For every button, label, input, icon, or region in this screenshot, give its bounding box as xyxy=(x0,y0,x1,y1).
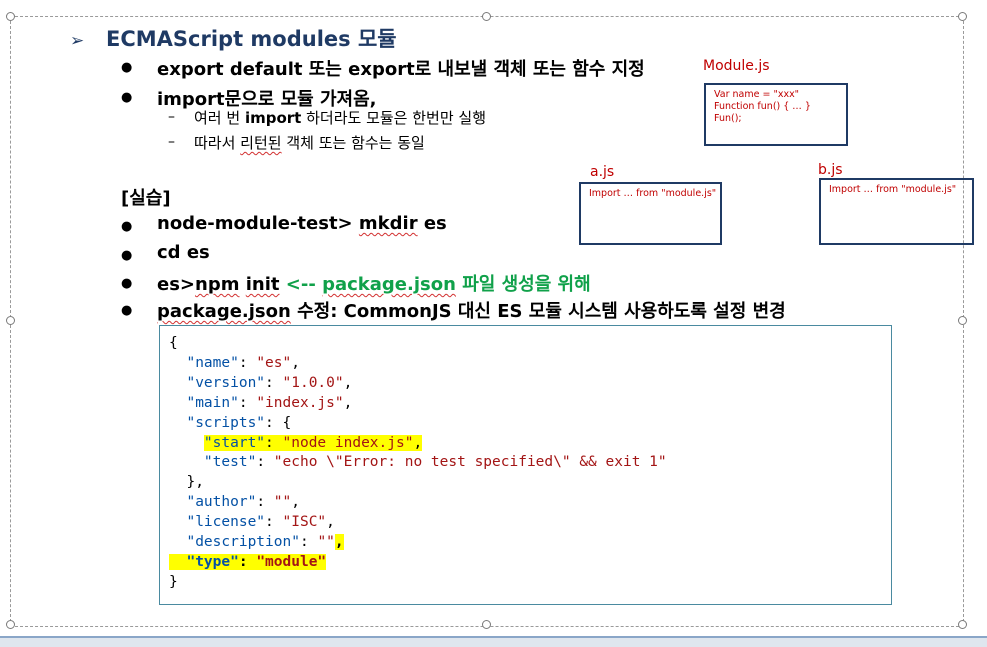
json-value: "module" xyxy=(256,553,327,570)
json-key: "main" xyxy=(186,394,239,411)
bullet-dot-icon: ● xyxy=(121,60,133,75)
json-key: "version" xyxy=(186,374,266,391)
highlight-type-line: "type": "module" xyxy=(169,553,327,570)
spellcheck-word: 리턴된 xyxy=(240,134,282,152)
json-value: "node index.js" xyxy=(282,434,414,451)
spellcheck-word: init xyxy=(245,274,280,295)
spellcheck-word: mkdir xyxy=(358,213,418,234)
a-js-label: a.js xyxy=(590,164,615,180)
json-key: "name" xyxy=(186,354,239,371)
json-value: "" xyxy=(317,534,335,551)
json-key: "start" xyxy=(203,434,266,451)
subitem-same-object: 따라서 리턴된 객체 또는 함수는 동일 xyxy=(194,132,425,153)
green-note-text: 파일 생성을 위해 xyxy=(455,274,591,295)
code-brace: } xyxy=(169,573,178,590)
bullet-dot-icon: ● xyxy=(121,219,133,234)
code-brace: { xyxy=(169,335,178,351)
practice-text: es> xyxy=(157,274,196,295)
json-value: "index.js" xyxy=(256,394,344,411)
slide-heading: ➢ ECMAScript modules 모듈 xyxy=(70,23,397,53)
json-key: "author" xyxy=(186,494,257,511)
practice-item-mkdir: node-module-test> mkdir es xyxy=(157,213,447,234)
arrow-bullet-icon: ➢ xyxy=(70,31,85,51)
resize-handle-bottom-right[interactable] xyxy=(958,620,967,629)
json-value: "ISC" xyxy=(282,514,327,531)
heading-title: ECMAScript modules 모듈 xyxy=(106,27,397,51)
code-brace: }, xyxy=(186,474,204,491)
resize-handle-middle-right[interactable] xyxy=(958,316,967,325)
b-js-box[interactable]: Import … from "module.js" xyxy=(819,178,974,245)
json-value: "1.0.0" xyxy=(282,374,344,391)
module-code-line: Fun(); xyxy=(714,113,742,124)
resize-handle-bottom-center[interactable] xyxy=(482,620,491,629)
module-code-line: Function fun() { … } xyxy=(714,101,811,112)
sub-dash-icon: – xyxy=(168,134,175,150)
bullet-export: export default 또는 export로 내보낼 객체 또는 함수 지… xyxy=(157,59,645,80)
practice-text: node-module-test> xyxy=(157,213,359,234)
window-bottom-bar xyxy=(0,636,987,647)
resize-handle-bottom-left[interactable] xyxy=(6,620,15,629)
module-js-box[interactable]: Var name = "xxx" Function fun() { … } Fu… xyxy=(704,83,848,146)
json-key: "test" xyxy=(203,454,257,471)
b-js-import-text: Import … from "module.js" xyxy=(829,184,957,195)
module-js-label: Module.js xyxy=(703,58,770,74)
sub-dash-icon: – xyxy=(168,109,175,125)
practice-item-cd: cd es xyxy=(157,242,210,263)
bullet-dot-icon: ● xyxy=(121,276,133,291)
resize-handle-top-center[interactable] xyxy=(482,12,491,21)
practice-item-edit-package: package.json 수정: CommonJS 대신 ES 모듈 시스템 사… xyxy=(157,297,786,323)
practice-text: 수정: CommonJS 대신 ES 모듈 시스템 사용하도록 설정 변경 xyxy=(290,301,786,322)
resize-handle-top-left[interactable] xyxy=(6,12,15,21)
json-value: "" xyxy=(273,494,292,511)
subitem-run-once: 여러 번 import 하더라도 모듈은 한번만 실행 xyxy=(194,107,486,128)
subitem-text: 여러 번 xyxy=(194,109,245,127)
practice-item-npm-init: es>npm init <-- package.json 파일 생성을 위해 xyxy=(157,270,591,296)
json-key: "description" xyxy=(186,534,300,551)
highlight-comma: , xyxy=(334,534,344,551)
resize-handle-middle-left[interactable] xyxy=(6,316,15,325)
subitem-bold: import xyxy=(244,109,302,127)
bullet-dot-icon: ● xyxy=(121,303,133,318)
spellcheck-word: package.json xyxy=(157,301,291,322)
json-key: "type" xyxy=(186,553,239,570)
a-js-import-text: Import … from "module.js" xyxy=(589,188,717,199)
b-js-label: b.js xyxy=(818,162,843,178)
practice-text: es xyxy=(417,213,447,234)
resize-handle-top-right[interactable] xyxy=(958,12,967,21)
highlight-start-line: "start": "node index.js", xyxy=(203,434,423,451)
a-js-box[interactable]: Import … from "module.js" xyxy=(579,182,722,245)
json-value: "echo \"Error: no test specified\" && ex… xyxy=(273,454,667,471)
bullet-dot-icon: ● xyxy=(121,90,133,105)
bullet-dot-icon: ● xyxy=(121,248,133,263)
practice-title: [실습] xyxy=(121,188,171,209)
subitem-text: 하더라도 모듈은 한번만 실행 xyxy=(301,109,487,127)
json-value: "es" xyxy=(256,354,292,371)
json-key: "scripts" xyxy=(186,414,266,431)
subitem-text: 객체 또는 함수는 동일 xyxy=(281,134,425,152)
json-key: "license" xyxy=(186,514,266,531)
module-code-line: Var name = "xxx" xyxy=(714,89,800,100)
package-json-code: { "name": "es", "version": "1.0.0", "mai… xyxy=(169,335,667,590)
subitem-text: 따라서 xyxy=(194,134,241,152)
green-note-word: package.json xyxy=(322,274,456,295)
spellcheck-word: npm xyxy=(195,274,240,295)
green-note-text: <-- xyxy=(279,274,323,295)
